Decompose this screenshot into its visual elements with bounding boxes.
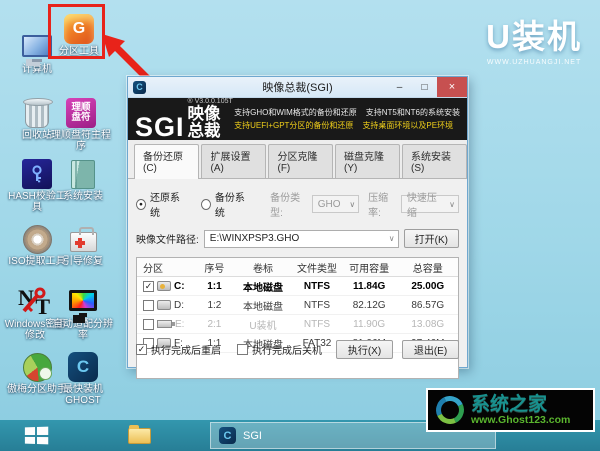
badge-title: 系统之家 <box>471 395 570 414</box>
brand-logo: SGI <box>135 114 185 140</box>
uzhuangji-watermark: U装机 WWW.UZHUANGJI.NET <box>486 10 582 66</box>
backup-label: 备份系统 <box>215 189 251 219</box>
reboot-checkbox[interactable]: ✓ <box>136 344 147 355</box>
ghost123-badge: 系统之家 www.Ghost123.com <box>426 388 595 432</box>
execute-button[interactable]: 执行(X) <box>336 340 393 359</box>
cd-icon <box>23 225 52 254</box>
col-filesystem: 文件类型 <box>293 260 341 275</box>
feature-text: 支持NT5和NT6的系统安装 <box>366 106 460 119</box>
reboot-label: 执行完成后重启 <box>151 342 221 357</box>
shutdown-checkbox[interactable] <box>237 344 248 355</box>
restore-label: 还原系统 <box>150 189 186 219</box>
disk-icon <box>157 281 171 291</box>
close-button[interactable]: × <box>437 77 467 97</box>
row-checkbox[interactable]: ✓ <box>143 281 154 292</box>
table-row[interactable]: D: 1:2本地磁盘 NTFS82.12G 86.57G <box>137 296 458 315</box>
monitor-icon <box>69 290 97 311</box>
icon-label: 引导修复 <box>52 256 114 267</box>
brand-product: 映像总裁 <box>188 106 235 140</box>
sgi-task-icon: C <box>219 427 236 444</box>
table-header: 分区 序号 卷标 文件类型 可用容量 总容量 <box>137 258 458 277</box>
tab-extended-settings[interactable]: 扩展设置(A) <box>201 144 266 178</box>
watermark-title: U装机 <box>486 10 582 58</box>
backup-type-select[interactable]: GHO∨ <box>312 195 359 213</box>
desktop-icon-boot-repair[interactable]: 引导修复 <box>52 218 114 267</box>
drive-letter-icon: 理顺盘符 <box>66 98 96 128</box>
image-path-row: 映像文件路径: E:\WINXPSP3.GHO∨ 打开(K) <box>136 229 459 248</box>
table-row[interactable]: E: 2:1U装机 NTFS11.90G 13.08G <box>137 315 458 334</box>
start-button[interactable] <box>25 427 48 445</box>
brand: SGI ® V3.0.0.105T 映像总裁 <box>135 98 234 140</box>
backup-radio[interactable] <box>201 199 211 210</box>
col-total: 总容量 <box>398 260 458 275</box>
col-volume: 卷标 <box>233 260 293 275</box>
tab-system-install[interactable]: 系统安装(S) <box>402 144 467 178</box>
backup-type-label: 备份类型: <box>270 189 308 219</box>
compress-label: 压缩率: <box>368 189 397 219</box>
usb-icon <box>157 320 172 328</box>
chevron-down-icon: ∨ <box>349 200 355 209</box>
badge-url: www.Ghost123.com <box>471 414 570 426</box>
minimize-button[interactable]: – <box>387 77 412 97</box>
desktop-icon-drive-letter-tool[interactable]: 理顺盘符 理顺盘符主程序 <box>50 92 112 152</box>
install-book-icon <box>71 160 95 189</box>
desktop-icon-system-install[interactable]: 系统安装 <box>52 153 114 202</box>
watermark-subtitle: WWW.UZHUANGJI.NET <box>486 59 582 66</box>
icon-label: 最快装机GHOST <box>52 384 114 406</box>
sgi-window: C 映像总裁(SGI) – □ × SGI ® V3.0.0.105T 映像总裁… <box>127 76 468 368</box>
icon-label: 系统安装 <box>52 191 114 202</box>
pie-icon <box>23 353 52 382</box>
shutdown-label: 执行完成后关机 <box>252 342 322 357</box>
image-path-label: 映像文件路径: <box>136 231 199 246</box>
feature-text: 支持UEFI+GPT分区的备份和还原 <box>234 119 353 132</box>
highlight-box <box>48 4 105 59</box>
file-explorer-button[interactable] <box>128 428 151 444</box>
key-icon <box>22 159 52 189</box>
restore-radio[interactable]: ● <box>136 199 146 210</box>
toolbox-icon <box>70 232 97 252</box>
desktop-icon-ghost[interactable]: C 最快装机GHOST <box>52 346 114 406</box>
icon-label: 计算机 <box>6 64 68 75</box>
title-bar[interactable]: C 映像总裁(SGI) – □ × <box>128 77 467 98</box>
table-row[interactable]: ✓ C: 1:1本地磁盘 NTFS11.84G 25.00G <box>137 277 458 296</box>
desktop-icon-resolution[interactable]: 自动适配分辨率 <box>52 281 114 341</box>
feature-text: 支持桌面环境以及PE环境 <box>362 119 453 132</box>
recycle-bin-icon <box>25 101 49 128</box>
tab-bar: 备份还原(C) 扩展设置(A) 分区克隆(F) 磁盘克隆(Y) 系统安装(S) <box>128 140 467 179</box>
nt-key-icon: NT <box>18 287 52 317</box>
ghost123-logo-icon <box>432 392 468 428</box>
icon-label: 自动适配分辨率 <box>52 319 114 341</box>
tab-partition-clone[interactable]: 分区克隆(F) <box>268 144 333 178</box>
windows-logo-icon <box>25 427 35 435</box>
row-checkbox[interactable] <box>143 300 154 311</box>
chevron-down-icon: ∨ <box>389 234 395 243</box>
task-label: SGI <box>243 430 262 442</box>
maximize-button[interactable]: □ <box>412 77 437 97</box>
window-footer: ✓ 执行完成后重启 执行完成后关机 执行(X) 退出(E) <box>136 340 459 359</box>
col-index: 序号 <box>196 260 233 275</box>
chevron-down-icon: ∨ <box>449 200 455 209</box>
tab-disk-clone[interactable]: 磁盘克隆(Y) <box>335 144 400 178</box>
feature-text: 支持GHO和WIM格式的备份和还原 <box>234 106 357 119</box>
feature-list: 支持GHO和WIM格式的备份和还原 支持NT5和NT6的系统安装 支持UEFI+… <box>234 106 460 132</box>
col-partition: 分区 <box>137 260 196 275</box>
partition-table: 分区 序号 卷标 文件类型 可用容量 总容量 ✓ C: 1:1本地磁盘 NTFS… <box>136 257 459 379</box>
row-checkbox[interactable] <box>143 319 154 330</box>
open-button[interactable]: 打开(K) <box>404 229 459 248</box>
app-header: SGI ® V3.0.0.105T 映像总裁 支持GHO和WIM格式的备份和还原… <box>128 98 467 140</box>
image-path-input[interactable]: E:\WINXPSP3.GHO∨ <box>204 230 399 248</box>
ghost-icon: C <box>68 352 98 382</box>
icon-label: 理顺盘符主程序 <box>50 130 112 152</box>
tab-backup-restore[interactable]: 备份还原(C) <box>134 144 199 179</box>
exit-button[interactable]: 退出(E) <box>402 340 459 359</box>
col-free: 可用容量 <box>341 260 398 275</box>
compress-select[interactable]: 快速压缩∨ <box>401 195 459 213</box>
disk-icon <box>157 300 171 310</box>
options-row: ● 还原系统 备份系统 备份类型: GHO∨ 压缩率: 快速压缩∨ <box>136 189 459 219</box>
